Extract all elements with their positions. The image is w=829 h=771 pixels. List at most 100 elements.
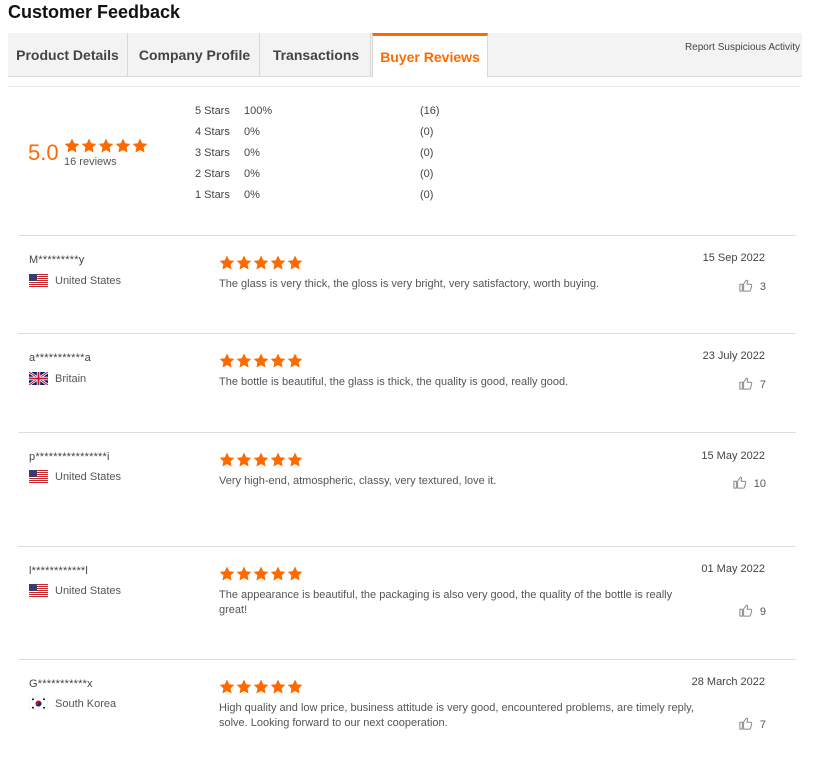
- distribution-count: (0): [420, 147, 434, 159]
- divider: [8, 86, 800, 87]
- star-icon: [236, 255, 252, 270]
- star-icon: [270, 255, 286, 270]
- star-icon: [253, 679, 269, 694]
- helpful-button[interactable]: 9: [738, 603, 766, 621]
- helpful-count: 3: [759, 281, 766, 293]
- star-icon: [98, 138, 114, 153]
- distribution-count: (0): [420, 189, 434, 201]
- star-icon: [270, 679, 286, 694]
- thumbs-up-icon: [738, 716, 760, 734]
- average-stars: [64, 138, 148, 153]
- thumbs-up-icon: [738, 603, 760, 621]
- review-stars: [219, 679, 303, 694]
- helpful-count: 9: [759, 606, 766, 618]
- helpful-button[interactable]: 10: [732, 475, 766, 493]
- helpful-button[interactable]: 7: [738, 716, 766, 734]
- country-name: Britain: [55, 372, 87, 385]
- review-text: High quality and low price, business att…: [219, 702, 694, 729]
- flag-uk-icon: [28, 370, 49, 387]
- review-date: 28 March 2022: [691, 676, 765, 688]
- star-icon: [236, 566, 252, 581]
- reviewer-country: Britain: [28, 370, 87, 387]
- star-icon: [287, 679, 303, 694]
- star-icon: [219, 679, 235, 694]
- review-date: 15 Sep 2022: [702, 252, 765, 264]
- review-stars: [219, 566, 303, 581]
- distribution-percent: 0%: [244, 147, 260, 159]
- helpful-button[interactable]: 7: [738, 376, 766, 394]
- review-date: 15 May 2022: [701, 450, 765, 462]
- country-name: United States: [55, 470, 122, 483]
- review-item: a***********a Britain The bottle is beau…: [18, 333, 796, 433]
- star-icon: [253, 255, 269, 270]
- country-name: South Korea: [55, 697, 117, 710]
- country-name: United States: [55, 274, 122, 287]
- star-icon: [236, 679, 252, 694]
- report-suspicious-activity-link[interactable]: Report Suspicious Activity: [685, 42, 800, 53]
- review-date: 23 July 2022: [702, 350, 765, 362]
- page-title: Customer Feedback: [8, 2, 181, 22]
- distribution-label: 3 Stars: [195, 147, 230, 159]
- reviewer-name: M*********y: [29, 254, 85, 266]
- review-stars: [219, 255, 303, 270]
- star-icon: [236, 452, 252, 467]
- star-icon: [287, 452, 303, 467]
- distribution-percent: 0%: [244, 126, 260, 138]
- thumbs-up-icon: [738, 278, 760, 296]
- flag-us-icon: [29, 274, 48, 287]
- review-stars: [219, 353, 303, 368]
- average-rating: 5.0: [28, 140, 59, 165]
- distribution-percent: 0%: [244, 168, 260, 180]
- tab-bar: Product Details Company Profile Transact…: [8, 33, 802, 77]
- helpful-count: 7: [759, 379, 766, 391]
- review-item: M*********y United States The glass is v…: [18, 235, 796, 334]
- distribution-label: 4 Stars: [195, 126, 230, 138]
- helpful-button[interactable]: 3: [738, 278, 766, 296]
- tab-buyer-reviews[interactable]: Buyer Reviews: [372, 33, 488, 77]
- star-icon: [132, 138, 148, 153]
- star-icon: [81, 138, 97, 153]
- star-icon: [253, 566, 269, 581]
- review-text: Very high-end, atmospheric, classy, very…: [219, 475, 497, 487]
- reviewer-country: United States: [29, 274, 121, 287]
- tab-company-profile[interactable]: Company Profile: [130, 33, 260, 76]
- star-icon: [236, 353, 252, 368]
- distribution-label: 1 Stars: [195, 189, 230, 201]
- distribution-count: (16): [420, 105, 440, 117]
- review-date: 01 May 2022: [701, 563, 765, 575]
- star-icon: [253, 452, 269, 467]
- tab-transactions[interactable]: Transactions: [262, 33, 371, 76]
- review-text: The bottle is beautiful, the glass is th…: [219, 376, 569, 388]
- star-icon: [219, 353, 235, 368]
- distribution-count: (0): [420, 126, 434, 138]
- star-icon: [219, 452, 235, 467]
- star-icon: [219, 566, 235, 581]
- helpful-count: 10: [753, 478, 766, 490]
- reviewer-name: a***********a: [29, 352, 91, 364]
- distribution-count: (0): [420, 168, 434, 180]
- distribution-percent: 100%: [244, 105, 273, 117]
- star-icon: [115, 138, 131, 153]
- distribution-label: 5 Stars: [195, 105, 230, 117]
- star-icon: [270, 452, 286, 467]
- star-icon: [270, 353, 286, 368]
- star-icon: [64, 138, 80, 153]
- distribution-percent: 0%: [244, 189, 260, 201]
- tab-product-details[interactable]: Product Details: [8, 33, 128, 76]
- review-text: The glass is very thick, the gloss is ve…: [219, 278, 600, 290]
- helpful-count: 7: [759, 719, 766, 731]
- review-stars: [219, 452, 303, 467]
- star-icon: [270, 566, 286, 581]
- reviewer-country: United States: [29, 470, 121, 483]
- review-item: l************l United States The appeara…: [18, 546, 796, 660]
- reviewer-country: United States: [29, 584, 121, 597]
- star-icon: [287, 255, 303, 270]
- review-item: p****************i United States Very hi…: [18, 432, 796, 547]
- star-icon: [219, 255, 235, 270]
- star-icon: [253, 353, 269, 368]
- reviewer-name: p****************i: [29, 451, 110, 463]
- flag-kr-icon: [28, 696, 49, 711]
- flag-us-icon: [29, 584, 48, 597]
- star-icon: [287, 566, 303, 581]
- reviewer-name: l************l: [29, 565, 89, 577]
